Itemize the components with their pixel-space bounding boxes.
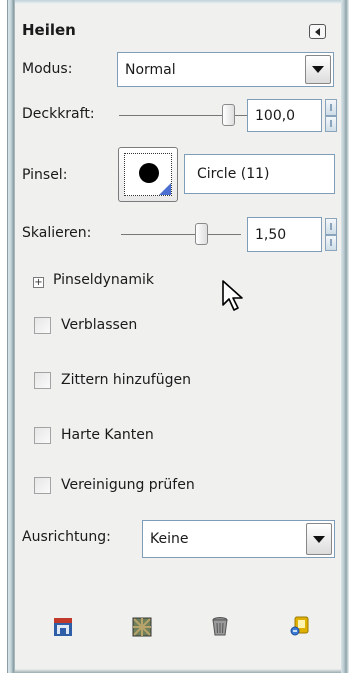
opacity-spin-buttons[interactable] [325, 99, 337, 132]
save-preset-icon[interactable] [52, 616, 74, 638]
mode-combobox[interactable]: Normal [117, 52, 334, 87]
opacity-spinbox[interactable]: 100,0 [247, 99, 322, 132]
spin-down-button[interactable] [325, 234, 337, 251]
scale-slider-track[interactable] [121, 234, 241, 235]
dynamics-label[interactable]: Pinseldynamik [53, 272, 154, 288]
window-frame-right [341, 0, 349, 673]
sample-merged-label[interactable]: Vereinigung prüfen [61, 477, 195, 493]
brush-preview [124, 153, 172, 196]
scale-slider-handle[interactable] [195, 223, 208, 245]
window-frame-bottom [15, 669, 341, 673]
window-frame-left [7, 0, 15, 673]
brush-preview-button[interactable] [118, 147, 178, 202]
fade-label[interactable]: Verblassen [61, 317, 137, 333]
arrow-up-icon [330, 103, 332, 111]
fade-checkbox[interactable] [34, 317, 51, 334]
scale-label: Skalieren: [22, 225, 92, 241]
mouse-cursor-icon [222, 280, 243, 311]
dynamics-expander-icon[interactable]: + [33, 277, 44, 288]
scale-value: 1,50 [255, 226, 287, 243]
spin-up-button[interactable] [325, 218, 337, 235]
delete-preset-icon[interactable] [209, 615, 231, 637]
brush-label: Pinsel: [22, 167, 68, 183]
brush-name: Circle (11) [197, 166, 270, 182]
arrow-down-icon [330, 120, 332, 128]
jitter-label[interactable]: Zittern hinzufügen [61, 372, 191, 388]
hard-edges-checkbox[interactable] [34, 427, 51, 444]
brush-name-field[interactable]: Circle (11) [184, 154, 335, 194]
spin-down-button[interactable] [325, 115, 337, 132]
panel-menu-button[interactable] [309, 24, 326, 39]
hard-edges-label[interactable]: Harte Kanten [61, 427, 154, 443]
alignment-dropdown-button[interactable] [306, 523, 332, 555]
restore-preset-icon[interactable] [131, 616, 153, 638]
circle-brush-icon [139, 163, 159, 183]
alignment-combobox[interactable]: Keine [142, 520, 335, 558]
alignment-label: Ausrichtung: [22, 529, 111, 545]
mode-dropdown-button[interactable] [305, 55, 331, 84]
reset-icon[interactable] [289, 615, 311, 637]
brush-corner-icon [159, 183, 171, 195]
chevron-down-icon [312, 66, 324, 73]
opacity-label: Deckkraft: [22, 106, 95, 122]
sample-merged-checkbox[interactable] [34, 477, 51, 494]
arrow-left-icon [315, 27, 320, 36]
spin-up-button[interactable] [325, 99, 337, 116]
scale-spin-buttons[interactable] [325, 218, 337, 251]
opacity-slider-handle[interactable] [222, 104, 235, 126]
opacity-value: 100,0 [255, 107, 296, 124]
tool-options-panel: Heilen Modus: Normal Deckkraft: 100,0 Pi… [15, 4, 341, 669]
arrow-up-icon [330, 222, 332, 230]
tool-title: Heilen [22, 21, 76, 39]
mode-value: Normal [125, 61, 176, 78]
mode-label: Modus: [22, 61, 73, 77]
chevron-down-icon [313, 535, 325, 543]
alignment-value: Keine [150, 531, 189, 547]
scale-spinbox[interactable]: 1,50 [247, 217, 322, 252]
arrow-down-icon [330, 239, 332, 247]
jitter-checkbox[interactable] [34, 372, 51, 389]
